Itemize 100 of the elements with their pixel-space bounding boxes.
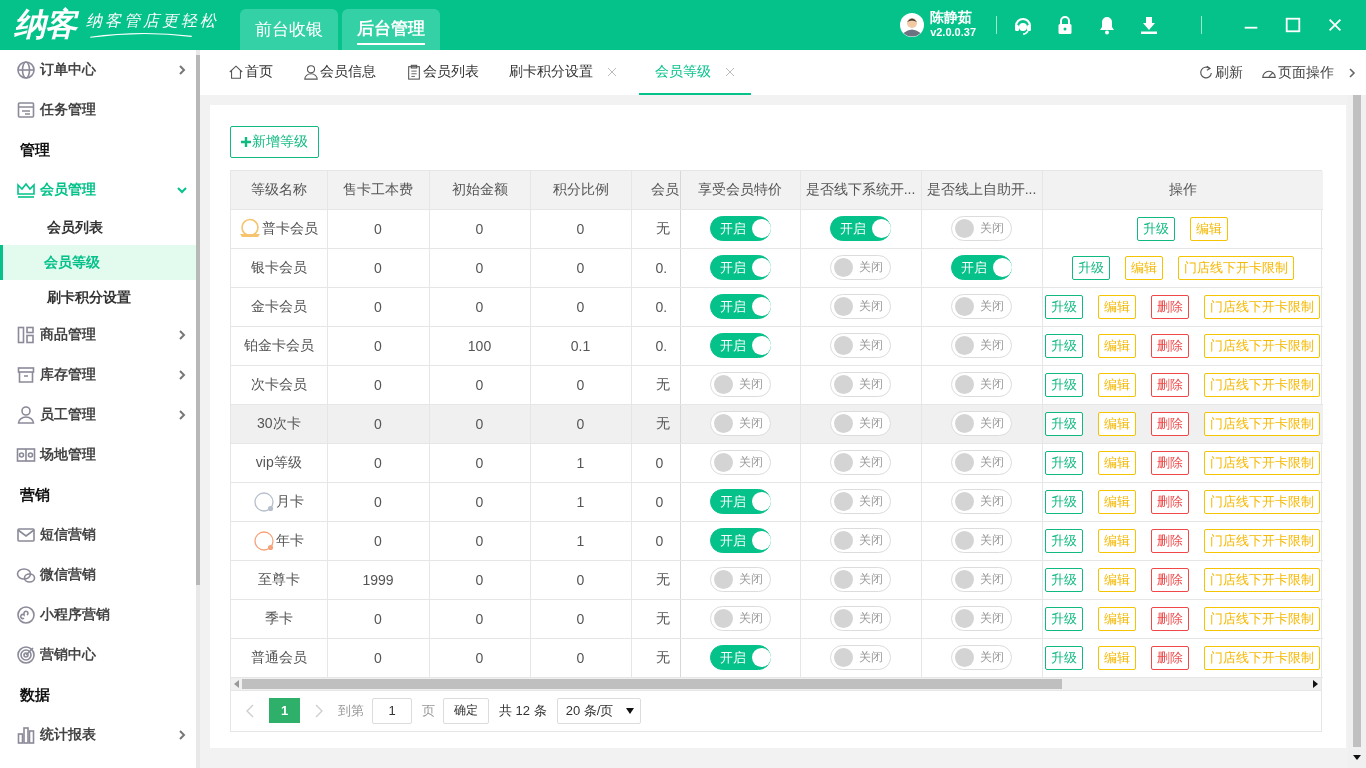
toggle-switch[interactable]: 关闭 <box>951 567 1012 592</box>
toggle-switch[interactable]: 开启 <box>709 294 771 319</box>
sidebar-item[interactable]: 微信营销 <box>0 555 196 595</box>
headset-icon[interactable] <box>1013 15 1033 35</box>
delete-button[interactable]: 删除 <box>1151 333 1190 358</box>
toggle-switch[interactable]: 开启 <box>709 333 771 358</box>
upgrade-button[interactable]: 升级 <box>1045 567 1084 592</box>
toggle-switch[interactable]: 关闭 <box>830 411 891 436</box>
edit-button[interactable]: 编辑 <box>1190 216 1229 241</box>
add-level-button[interactable]: 新增等级 <box>230 126 319 158</box>
tab[interactable]: 首页 <box>220 50 285 95</box>
edit-button[interactable]: 编辑 <box>1124 255 1163 280</box>
toggle-switch[interactable]: 关闭 <box>830 450 891 475</box>
table-row[interactable]: 次卡会员 0 0 0 无 关闭 关闭 关闭 升级 编辑 删除 门店线下开卡限制 <box>231 365 1323 404</box>
delete-button[interactable]: 删除 <box>1151 528 1190 553</box>
delete-button[interactable]: 删除 <box>1151 450 1190 475</box>
page-input[interactable]: 1 <box>372 697 412 724</box>
previous-page-icon[interactable] <box>245 702 255 719</box>
toggle-switch[interactable]: 开启 <box>951 255 1012 280</box>
sidebar-item[interactable]: 商品管理 <box>0 315 196 355</box>
toggle-switch[interactable]: 开启 <box>709 528 771 553</box>
submenu-item[interactable]: 刷卡积分设置 <box>0 280 196 315</box>
toggle-switch[interactable]: 关闭 <box>951 606 1012 631</box>
download-icon[interactable] <box>1139 15 1159 35</box>
toggle-switch[interactable]: 关闭 <box>951 333 1012 358</box>
table-row[interactable]: 金卡会员 0 0 0 0. 开启 关闭 关闭 升级 编辑 删除 门店线下开卡限制 <box>231 287 1323 326</box>
upgrade-button[interactable]: 升级 <box>1045 528 1084 553</box>
limit-button[interactable]: 门店线下开卡限制 <box>1204 450 1321 475</box>
toggle-switch[interactable]: 开启 <box>709 255 771 280</box>
toggle-switch[interactable]: 关闭 <box>830 606 891 631</box>
toggle-switch[interactable]: 关闭 <box>951 489 1012 514</box>
table-row[interactable]: vip等级 0 0 1 0 关闭 关闭 关闭 升级 编辑 删除 门店线下开卡限制 <box>231 443 1323 482</box>
edit-button[interactable]: 编辑 <box>1098 645 1137 670</box>
toggle-switch[interactable]: 开启 <box>709 645 771 670</box>
sidebar-item[interactable]: 统计报表 <box>0 715 196 755</box>
edit-button[interactable]: 编辑 <box>1098 372 1137 397</box>
scrollbar-thumb[interactable] <box>242 678 1062 689</box>
sidebar-item[interactable]: 员工管理 <box>0 395 196 435</box>
upgrade-button[interactable]: 升级 <box>1045 450 1084 475</box>
scroll-right-icon[interactable] <box>1313 679 1318 688</box>
limit-button[interactable]: 门店线下开卡限制 <box>1177 255 1294 280</box>
delete-button[interactable]: 删除 <box>1151 489 1190 514</box>
edit-button[interactable]: 编辑 <box>1098 567 1137 592</box>
edit-button[interactable]: 编辑 <box>1098 333 1137 358</box>
delete-button[interactable]: 删除 <box>1151 294 1190 319</box>
sidebar-item[interactable]: 任务管理 <box>0 90 196 130</box>
close-icon[interactable] <box>1326 16 1344 34</box>
delete-button[interactable]: 删除 <box>1151 645 1190 670</box>
toggle-switch[interactable]: 关闭 <box>951 450 1012 475</box>
scroll-down-icon[interactable] <box>1353 755 1361 760</box>
upgrade-button[interactable]: 升级 <box>1045 606 1084 631</box>
table-row[interactable]: 铂金卡会员 0 100 0.1 0. 开启 关闭 关闭 升级 编辑 删除 门店线下开卡限制 <box>231 326 1323 365</box>
table-row[interactable]: 年卡 0 0 1 0 开启 关闭 关闭 升级 编辑 删除 门店线下开卡限制 <box>231 521 1323 560</box>
table-row[interactable]: 30次卡 0 0 0 无 关闭 关闭 关闭 升级 编辑 删除 门店线下开卡限制 <box>231 404 1323 443</box>
sidebar-item[interactable]: 营销中心 <box>0 635 196 675</box>
module-tab[interactable]: 前台收银 <box>240 9 338 50</box>
table-row[interactable]: 普卡会员 0 0 0 无 开启 开启 关闭 升级 编辑 <box>231 209 1323 248</box>
delete-button[interactable]: 删除 <box>1151 411 1190 436</box>
upgrade-button[interactable]: 升级 <box>1045 372 1084 397</box>
toggle-switch[interactable]: 关闭 <box>830 645 891 670</box>
maximize-icon[interactable] <box>1284 16 1302 34</box>
upgrade-button[interactable]: 升级 <box>1071 255 1110 280</box>
tab[interactable]: 会员信息 <box>295 50 388 95</box>
toggle-switch[interactable]: 关闭 <box>830 489 891 514</box>
submenu-item[interactable]: 会员列表 <box>0 210 196 245</box>
delete-button[interactable]: 删除 <box>1151 606 1190 631</box>
toggle-switch[interactable]: 关闭 <box>830 528 891 553</box>
scrollbar-thumb[interactable] <box>1353 95 1361 747</box>
table-row[interactable]: 月卡 0 0 1 0 开启 关闭 关闭 升级 编辑 删除 门店线下开卡限制 <box>231 482 1323 521</box>
toggle-switch[interactable]: 关闭 <box>709 372 771 397</box>
limit-button[interactable]: 门店线下开卡限制 <box>1204 294 1321 319</box>
submenu-item[interactable]: 会员等级 <box>0 245 196 280</box>
toggle-switch[interactable]: 关闭 <box>830 333 891 358</box>
bell-icon[interactable] <box>1097 15 1117 35</box>
toggle-switch[interactable]: 关闭 <box>951 528 1012 553</box>
table-row[interactable]: 至尊卡 1999 0 0 无 关闭 关闭 关闭 升级 编辑 删除 门店线下开卡限制 <box>231 560 1323 599</box>
module-tab[interactable]: 后台管理 <box>342 9 440 50</box>
toggle-switch[interactable]: 关闭 <box>951 411 1012 436</box>
edit-button[interactable]: 编辑 <box>1098 411 1137 436</box>
toggle-switch[interactable]: 关闭 <box>830 372 891 397</box>
page-button[interactable]: 1 <box>269 698 300 723</box>
table-row[interactable]: 季卡 0 0 0 无 关闭 关闭 关闭 升级 编辑 删除 门店线下开卡限制 <box>231 599 1323 638</box>
delete-button[interactable]: 删除 <box>1151 372 1190 397</box>
tab[interactable]: 会员列表 <box>398 50 491 95</box>
next-page-icon[interactable] <box>314 702 324 719</box>
sidebar-item[interactable]: 短信营销 <box>0 515 196 555</box>
table-row[interactable]: 银卡会员 0 0 0 0. 开启 关闭 开启 升级 编辑 门店线下开卡限制 <box>231 248 1323 287</box>
toggle-switch[interactable]: 关闭 <box>709 411 771 436</box>
scrollbar-thumb[interactable] <box>196 55 200 585</box>
sidebar-item[interactable]: 订单中心 <box>0 50 196 90</box>
chevron-right-icon[interactable] <box>1346 66 1358 79</box>
limit-button[interactable]: 门店线下开卡限制 <box>1204 528 1321 553</box>
toggle-switch[interactable]: 关闭 <box>951 216 1012 241</box>
toggle-switch[interactable]: 关闭 <box>709 567 771 592</box>
limit-button[interactable]: 门店线下开卡限制 <box>1204 606 1321 631</box>
edit-button[interactable]: 编辑 <box>1098 489 1137 514</box>
limit-button[interactable]: 门店线下开卡限制 <box>1204 411 1321 436</box>
limit-button[interactable]: 门店线下开卡限制 <box>1204 333 1321 358</box>
toggle-switch[interactable]: 开启 <box>709 216 771 241</box>
toolbar-link[interactable]: 刷新 <box>1198 63 1243 82</box>
